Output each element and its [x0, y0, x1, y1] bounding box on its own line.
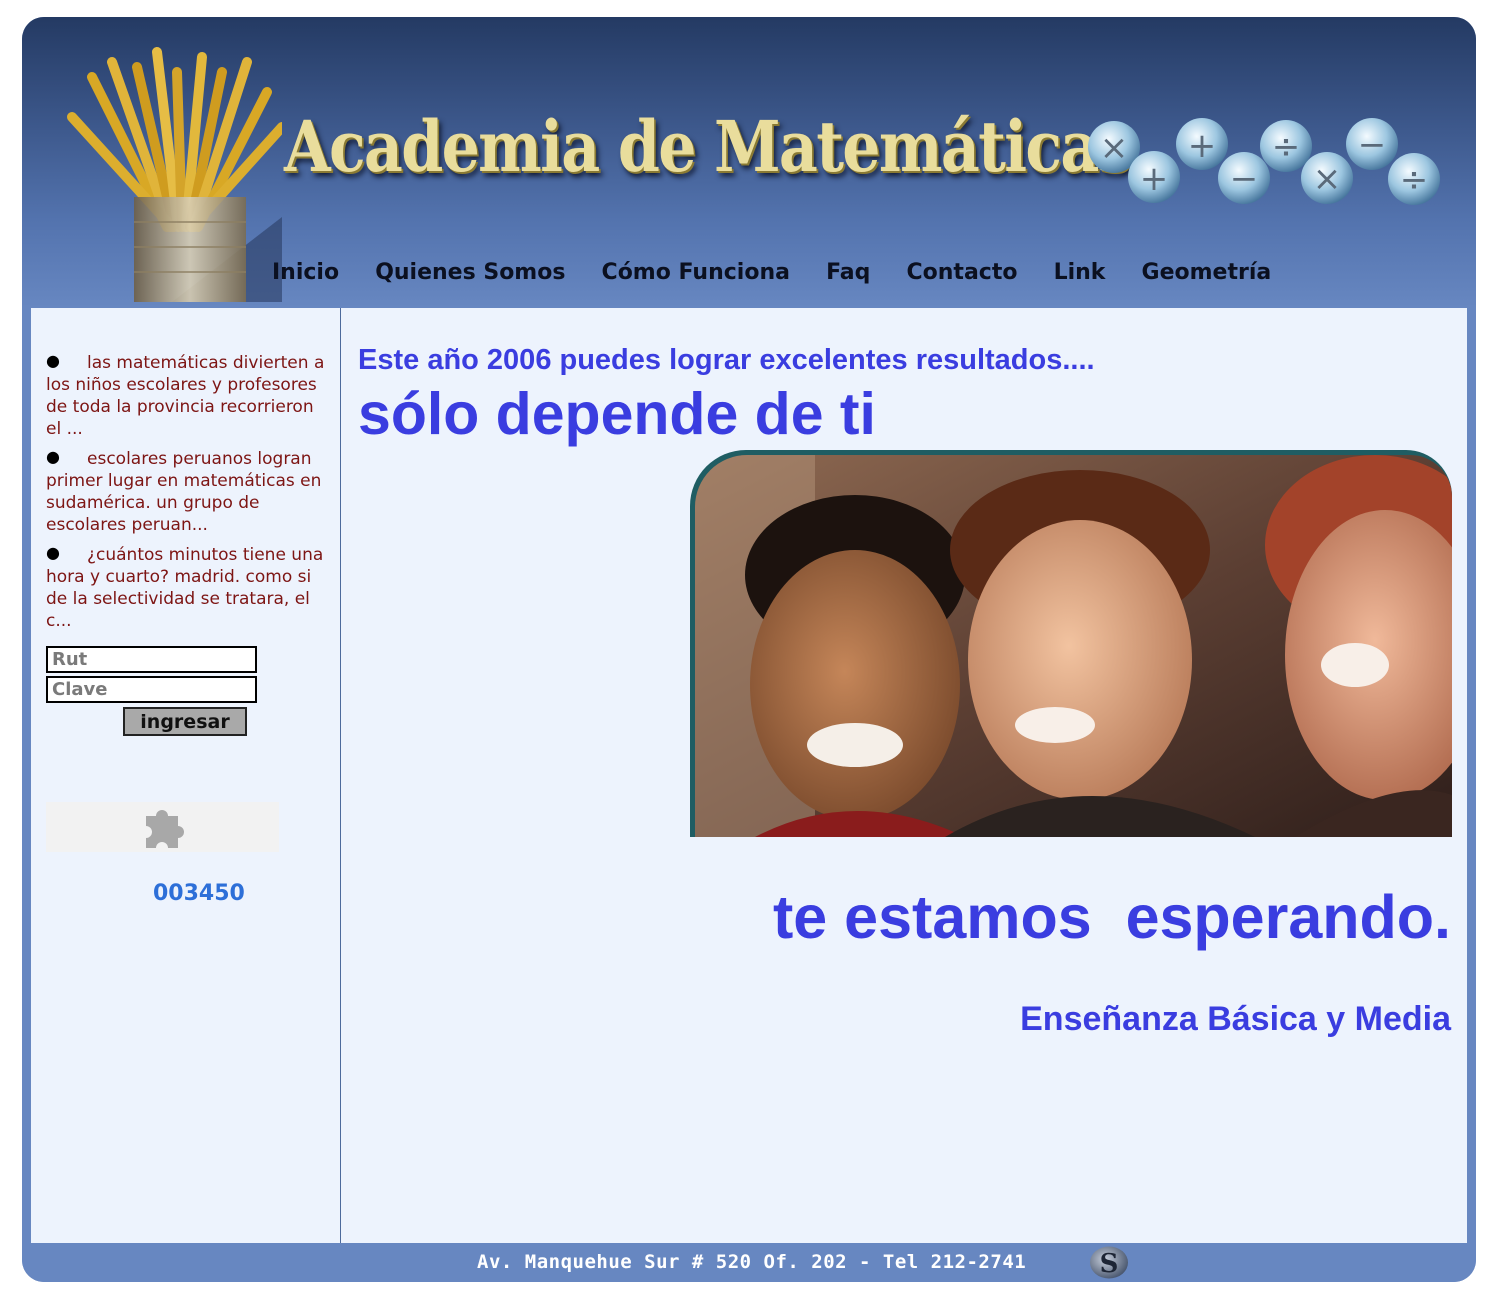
svg-text:−: −: [1230, 159, 1259, 199]
nav-quienes-somos[interactable]: Quienes Somos: [375, 260, 565, 285]
content-area: ● las matemáticas divierten a los niños …: [31, 308, 1467, 1243]
page-frame: Academia de Matemáticas × + + − ÷ × − ÷ …: [22, 17, 1476, 1282]
ingresar-button[interactable]: ingresar: [123, 707, 247, 736]
children-photo: [690, 450, 1452, 837]
nav-geometria[interactable]: Geometría: [1142, 260, 1272, 285]
nav-como-funciona[interactable]: Cómo Funciona: [602, 260, 790, 285]
news-item[interactable]: ● ¿cuántos minutos tiene una hora y cuar…: [46, 543, 331, 632]
news-text[interactable]: escolares peruanos logran primer lugar e…: [46, 448, 331, 536]
footer-address: Av. Manquehue Sur # 520 Of. 202 - Tel 21…: [477, 1251, 1027, 1273]
news-text[interactable]: ¿cuántos minutos tiene una hora y cuarto…: [46, 544, 331, 632]
nav-contacto[interactable]: Contacto: [907, 260, 1018, 285]
svg-text:÷: ÷: [1272, 127, 1301, 167]
svg-text:+: +: [1188, 126, 1217, 166]
visit-counter: 003450: [153, 881, 245, 906]
pencil-cup-logo: [67, 47, 282, 302]
clave-input[interactable]: [46, 676, 257, 703]
tagline: te estamos esperando.: [772, 883, 1451, 951]
s-logo-icon: S: [1090, 1246, 1128, 1279]
math-operators-graphic: × + + − ÷ × − ÷: [1088, 118, 1440, 205]
nav-link[interactable]: Link: [1054, 260, 1106, 285]
headline-small: Este año 2006 puedes lograr excelentes r…: [358, 344, 1095, 376]
main-panel: Este año 2006 puedes lograr excelentes r…: [341, 308, 1467, 1243]
svg-text:×: ×: [1100, 128, 1129, 168]
svg-text:×: ×: [1313, 159, 1342, 199]
sidebar: ● las matemáticas divierten a los niños …: [31, 308, 341, 1243]
headline-big: sólo depende de ti: [358, 381, 876, 447]
rut-input[interactable]: [46, 646, 257, 673]
svg-text:+: +: [1140, 159, 1169, 199]
svg-text:S: S: [1100, 1249, 1119, 1279]
puzzle-piece-icon: [145, 810, 184, 848]
nav-inicio[interactable]: Inicio: [272, 260, 339, 285]
news-item[interactable]: ● las matemáticas divierten a los niños …: [46, 351, 331, 440]
news-item[interactable]: ● escolares peruanos logran primer lugar…: [46, 447, 331, 536]
svg-text:−: −: [1358, 125, 1387, 165]
plugin-placeholder[interactable]: [46, 802, 279, 852]
bullet-icon: ●: [46, 447, 60, 466]
children-photo-image: [695, 455, 1452, 837]
bullet-icon: ●: [46, 351, 60, 370]
nav-faq[interactable]: Faq: [826, 260, 870, 285]
login-form: ingresar: [46, 646, 257, 736]
site-footer: Av. Manquehue Sur # 520 Of. 202 - Tel 21…: [22, 1243, 1476, 1282]
subtitle: Enseñanza Básica y Media: [1020, 1000, 1451, 1038]
site-title: Academia de Matemáticas: [284, 105, 1132, 188]
site-header: Academia de Matemáticas × + + − ÷ × − ÷ …: [22, 17, 1476, 307]
news-list: ● las matemáticas divierten a los niños …: [46, 351, 331, 640]
news-text[interactable]: las matemáticas divierten a los niños es…: [46, 352, 331, 440]
main-nav: Inicio Quienes Somos Cómo Funciona Faq C…: [272, 260, 1302, 300]
svg-text:÷: ÷: [1400, 160, 1429, 200]
bullet-icon: ●: [46, 543, 60, 562]
